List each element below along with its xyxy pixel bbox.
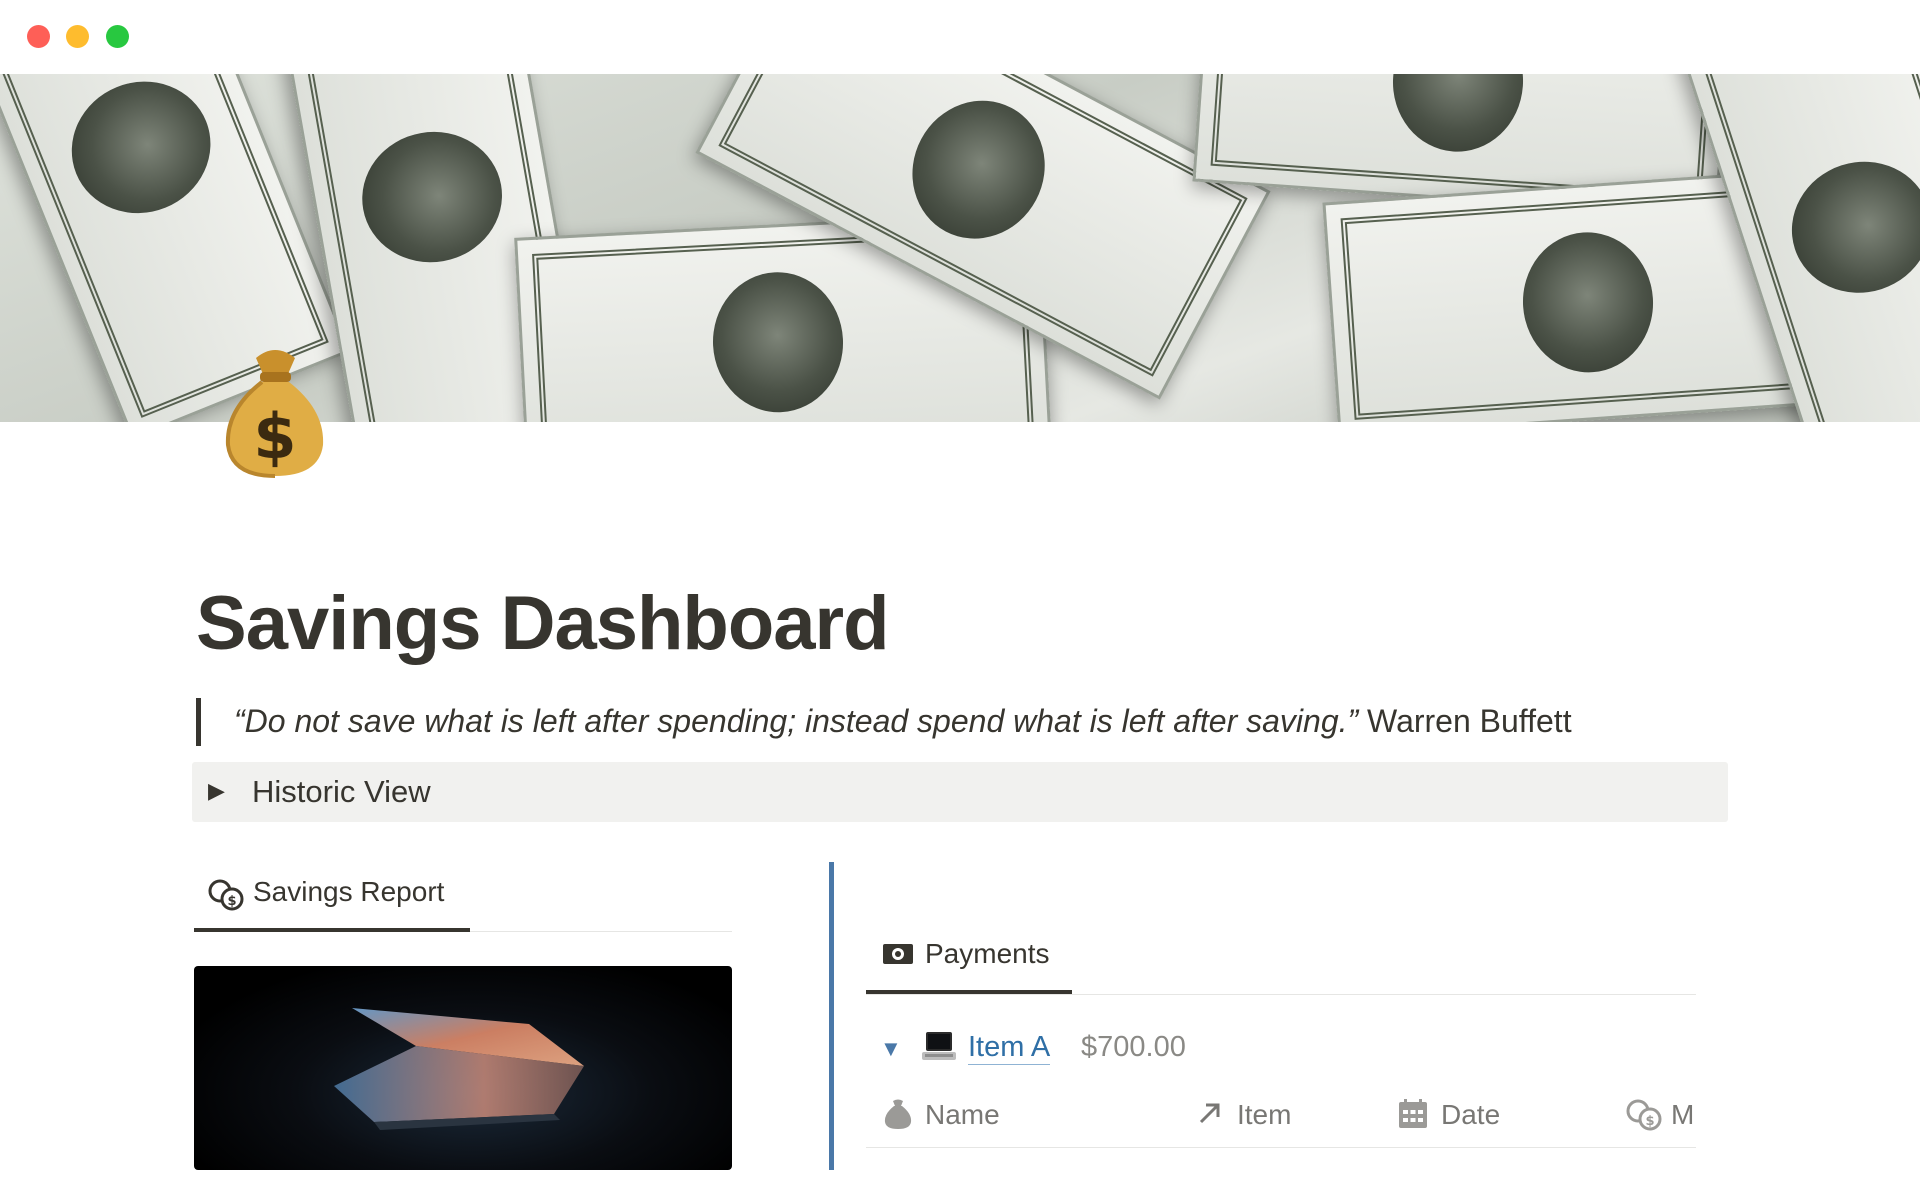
quote-author: Warren Buffett bbox=[1367, 703, 1572, 739]
toggle-label: Historic View bbox=[252, 774, 431, 809]
tab-savings-report[interactable]: Savings Report bbox=[253, 876, 444, 908]
relation-arrow-icon bbox=[1199, 1103, 1220, 1124]
column-header-name[interactable]: Name bbox=[925, 1099, 1000, 1131]
calendar-icon bbox=[1399, 1099, 1427, 1128]
table-header-divider bbox=[866, 1147, 1696, 1148]
quote-text: “Do not save what is left after spending… bbox=[234, 703, 1359, 739]
active-tab-indicator bbox=[194, 928, 470, 932]
tab-savings-report-label: Savings Report bbox=[253, 876, 445, 907]
svg-text:$: $ bbox=[227, 894, 236, 909]
maximize-window-button[interactable] bbox=[106, 25, 129, 48]
group-collapse-triangle-icon[interactable]: ▼ bbox=[880, 1036, 902, 1062]
banknote-icon bbox=[883, 944, 913, 964]
tab-payments[interactable]: Payments bbox=[925, 938, 1050, 970]
column-divider bbox=[829, 862, 834, 1170]
historic-view-toggle[interactable]: ▶ Historic View bbox=[192, 762, 1728, 822]
group-sum: $700.00 bbox=[1081, 1031, 1186, 1063]
money-bag-icon bbox=[884, 1099, 912, 1129]
page-title: Savings Dashboard bbox=[196, 581, 890, 666]
tab-bar-divider bbox=[866, 994, 1696, 995]
money-bag-icon[interactable]: $ bbox=[218, 340, 333, 480]
column-header-item[interactable]: Item bbox=[1237, 1099, 1291, 1131]
coins-icon: $ bbox=[208, 879, 244, 911]
laptop-illustration bbox=[334, 1008, 584, 1130]
active-tab-indicator bbox=[866, 990, 1072, 994]
laptop-cover-image[interactable] bbox=[194, 966, 732, 1170]
group-item-link[interactable]: Item A bbox=[968, 1031, 1051, 1065]
tab-payments-label: Payments bbox=[925, 938, 1050, 969]
column-header-date[interactable]: Date bbox=[1441, 1099, 1500, 1131]
close-window-button[interactable] bbox=[27, 25, 50, 48]
svg-text:$: $ bbox=[253, 400, 296, 473]
minimize-window-button[interactable] bbox=[66, 25, 89, 48]
column-header-m[interactable]: M bbox=[1671, 1099, 1694, 1131]
quote-bar bbox=[196, 698, 201, 746]
coins-icon: $ bbox=[1626, 1099, 1662, 1131]
laptop-icon bbox=[922, 1032, 956, 1060]
quote-block: “Do not save what is left after spending… bbox=[234, 703, 1572, 740]
toggle-triangle-icon[interactable]: ▶ bbox=[208, 778, 225, 804]
svg-text:$: $ bbox=[1645, 1114, 1654, 1129]
